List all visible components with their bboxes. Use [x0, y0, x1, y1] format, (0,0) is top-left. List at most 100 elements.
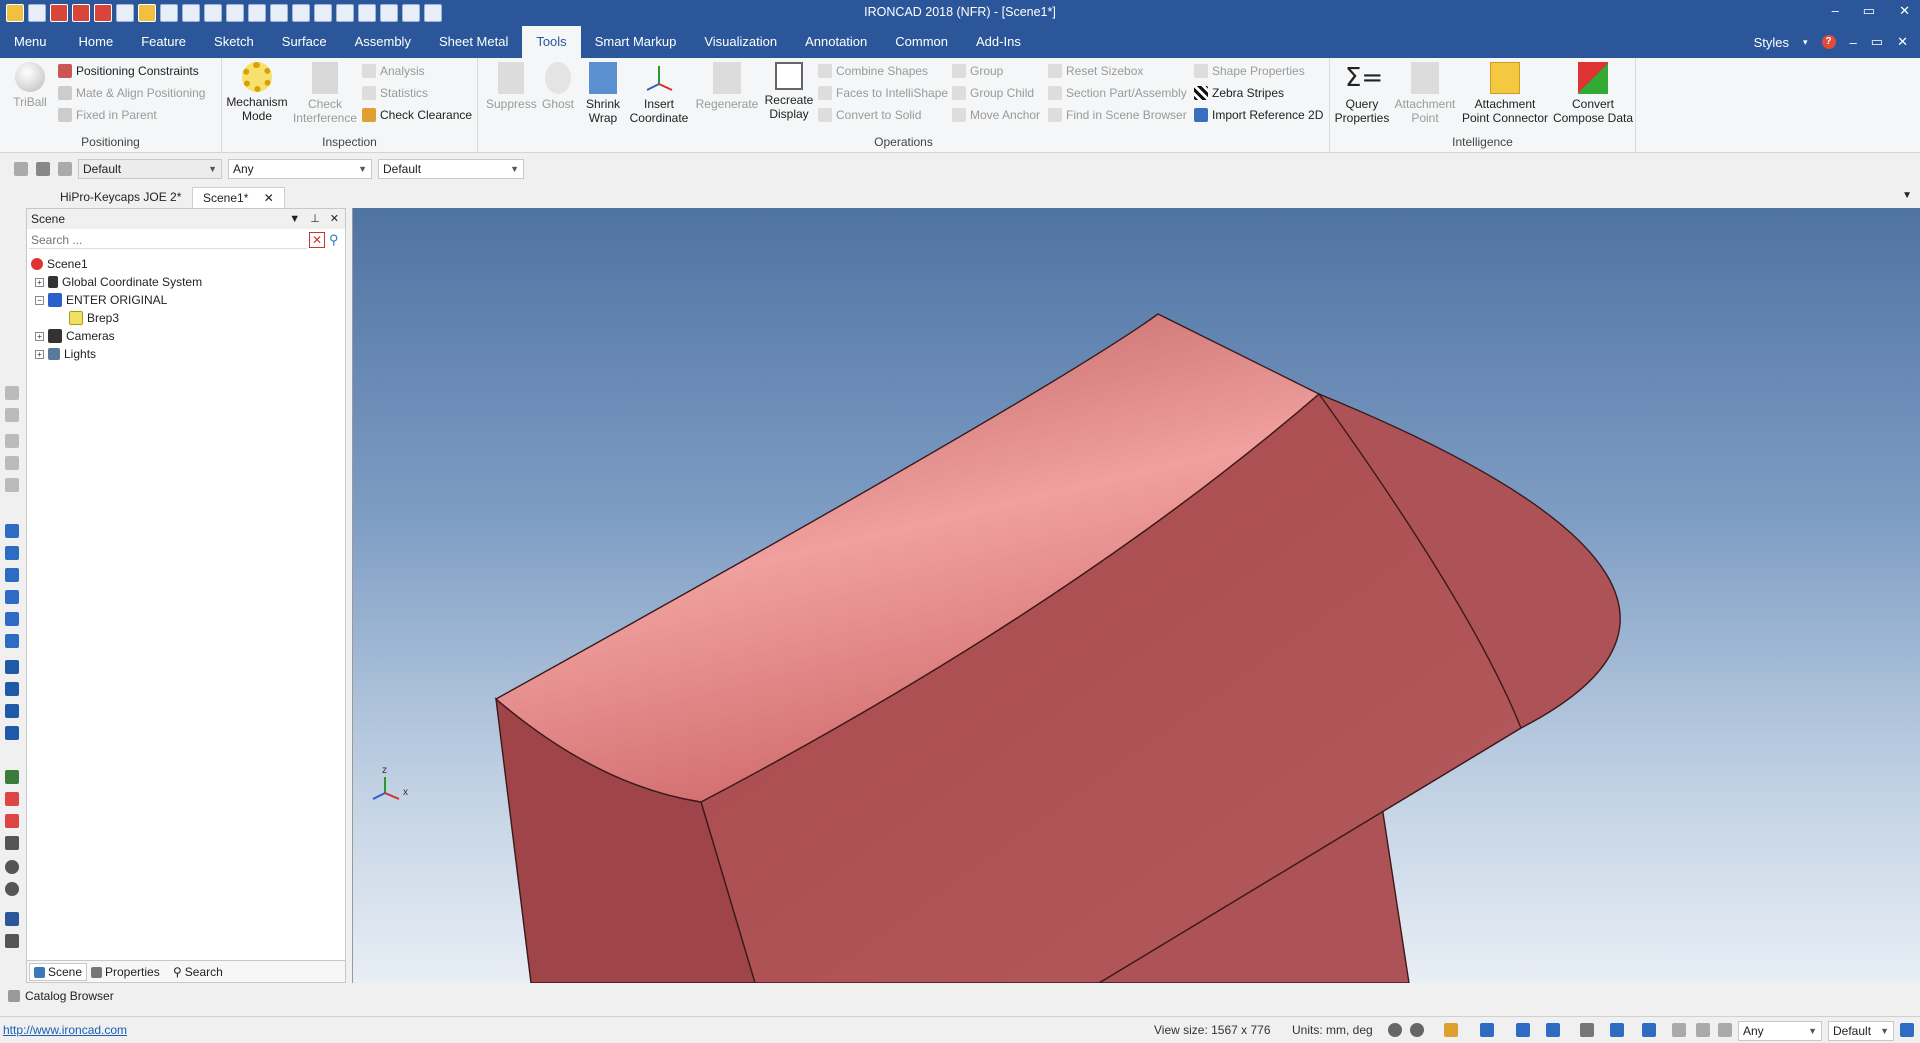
- check-clearance-button[interactable]: Check Clearance: [362, 106, 472, 124]
- ruler-icon[interactable]: [5, 934, 19, 948]
- shading-icon[interactable]: [1546, 1023, 1560, 1037]
- expand-icon[interactable]: +: [35, 331, 44, 341]
- snap-icon[interactable]: [5, 770, 19, 784]
- analysis-button[interactable]: Analysis: [362, 62, 425, 80]
- orbit-icon[interactable]: [5, 882, 19, 896]
- regenerate-button[interactable]: Regenerate: [694, 62, 760, 111]
- mechanism-mode-button[interactable]: Mechanism Mode: [226, 62, 288, 123]
- doc-tab-hipro-keycaps[interactable]: HiPro-Keycaps JOE 2*: [50, 187, 191, 208]
- tree-item-global-coordinate-system[interactable]: + Global Coordinate System: [35, 273, 202, 291]
- tool-status-icon[interactable]: [1672, 1023, 1686, 1037]
- catalog-browser-label[interactable]: Catalog Browser: [25, 989, 114, 1003]
- part-model[interactable]: z x: [353, 208, 1920, 983]
- section-view-icon[interactable]: [1642, 1023, 1656, 1037]
- tab-search[interactable]: ⚲ Search: [169, 963, 227, 981]
- mate-align-button[interactable]: Mate & Align Positioning: [58, 84, 205, 102]
- select-filter-icon[interactable]: [14, 162, 28, 176]
- display-mode-icon[interactable]: [1610, 1023, 1624, 1037]
- doc-tab-scene1[interactable]: Scene1* ✕: [192, 187, 285, 208]
- expand-icon[interactable]: +: [35, 277, 44, 287]
- attachment-point-button[interactable]: Attachment Point: [1392, 62, 1458, 125]
- tab-home[interactable]: Home: [65, 26, 128, 58]
- collapse-icon[interactable]: −: [35, 295, 44, 305]
- styles-dropdown[interactable]: Styles: [1754, 35, 1789, 50]
- tree-item-cameras[interactable]: + Cameras: [35, 327, 115, 345]
- reset-sizebox-button[interactable]: Reset Sizebox: [1048, 62, 1143, 80]
- zoom-fit-icon[interactable]: [1410, 1023, 1424, 1037]
- view-front-icon[interactable]: [5, 524, 19, 538]
- tab-tools[interactable]: Tools: [522, 26, 581, 58]
- combine-shapes-button[interactable]: Combine Shapes: [818, 62, 928, 80]
- zoom-icon[interactable]: [1388, 1023, 1402, 1037]
- tab-visualization[interactable]: Visualization: [690, 26, 791, 58]
- group-child-button[interactable]: Group Child: [952, 84, 1034, 102]
- camera-mode-icon[interactable]: [1580, 1023, 1594, 1037]
- material-combo[interactable]: Default ▼: [378, 159, 524, 179]
- recreate-display-button[interactable]: Recreate Display: [764, 62, 814, 121]
- query-properties-button[interactable]: Σ= Query Properties: [1334, 62, 1390, 125]
- tab-feature[interactable]: Feature: [127, 26, 200, 58]
- tree-item-lights[interactable]: + Lights: [35, 345, 96, 363]
- convert-to-solid-button[interactable]: Convert to Solid: [818, 106, 921, 124]
- tool-icon-2[interactable]: [5, 408, 19, 422]
- render-style-icon[interactable]: [1444, 1023, 1458, 1037]
- view-bottom-icon[interactable]: [5, 634, 19, 648]
- positioning-constraints-button[interactable]: Positioning Constraints: [58, 62, 199, 80]
- tab-menu[interactable]: Menu: [0, 26, 65, 58]
- triball-button[interactable]: TriBall: [8, 62, 52, 109]
- view-iso-icon[interactable]: [5, 660, 19, 674]
- view-iso-2-icon[interactable]: [5, 682, 19, 696]
- standard-view-icon[interactable]: [1480, 1023, 1494, 1037]
- ribbon-close-button[interactable]: ✕: [1897, 34, 1908, 50]
- 3d-viewport[interactable]: z x: [352, 208, 1920, 983]
- sketch-tool-icon[interactable]: [5, 912, 19, 926]
- pin-icon[interactable]: ⊥: [310, 209, 320, 229]
- fixed-in-parent-button[interactable]: Fixed in Parent: [58, 106, 157, 124]
- import-reference-2d-button[interactable]: Import Reference 2D: [1194, 106, 1323, 124]
- tree-item-enter-original[interactable]: − ENTER ORIGINAL: [35, 291, 167, 309]
- tab-surface[interactable]: Surface: [268, 26, 341, 58]
- tab-annotation[interactable]: Annotation: [791, 26, 881, 58]
- view-back-icon[interactable]: [5, 546, 19, 560]
- restore-button[interactable]: ▭: [1863, 3, 1875, 19]
- view-iso-4-icon[interactable]: [5, 726, 19, 740]
- tab-sheet-metal[interactable]: Sheet Metal: [425, 26, 522, 58]
- clear-search-icon[interactable]: ✕: [309, 232, 325, 248]
- shrink-wrap-button[interactable]: Shrink Wrap: [582, 62, 624, 125]
- view-left-icon[interactable]: [5, 568, 19, 582]
- style-combo[interactable]: Default ▼: [78, 159, 222, 179]
- pointer-status-icon[interactable]: [1696, 1023, 1710, 1037]
- view-top-icon[interactable]: [5, 612, 19, 626]
- convert-compose-data-button[interactable]: Convert Compose Data: [1552, 62, 1634, 125]
- select-status-icon[interactable]: [1718, 1023, 1732, 1037]
- find-in-scene-browser-button[interactable]: Find in Scene Browser: [1048, 106, 1187, 124]
- close-button[interactable]: ✕: [1899, 3, 1910, 19]
- pointer-icon[interactable]: [36, 162, 50, 176]
- view-orientation-icon[interactable]: [1516, 1023, 1530, 1037]
- tab-assembly[interactable]: Assembly: [341, 26, 425, 58]
- select-mode-icon[interactable]: [58, 162, 72, 176]
- tab-sketch[interactable]: Sketch: [200, 26, 268, 58]
- expand-icon[interactable]: +: [35, 349, 44, 359]
- zebra-stripes-button[interactable]: Zebra Stripes: [1194, 84, 1284, 102]
- rotate-icon[interactable]: [5, 860, 19, 874]
- statistics-button[interactable]: Statistics: [362, 84, 428, 102]
- ironcad-website-link[interactable]: http://www.ironcad.com: [3, 1023, 127, 1037]
- tool-icon-3[interactable]: [5, 434, 19, 448]
- section-part-button[interactable]: Section Part/Assembly: [1048, 84, 1187, 102]
- ribbon-minimize-button[interactable]: –: [1850, 35, 1857, 50]
- help-icon[interactable]: ?: [1821, 35, 1836, 49]
- tree-item-brep3[interactable]: Brep3: [69, 309, 119, 327]
- faces-to-intellishape-button[interactable]: Faces to IntelliShape: [818, 84, 948, 102]
- insert-coordinate-button[interactable]: Insert Coordinate: [628, 62, 690, 125]
- ribbon-restore-button[interactable]: ▭: [1871, 34, 1883, 50]
- minimize-button[interactable]: –: [1832, 3, 1839, 19]
- render-mode-icon[interactable]: [5, 792, 19, 806]
- close-icon[interactable]: ✕: [264, 191, 274, 205]
- tab-smart-markup[interactable]: Smart Markup: [581, 26, 691, 58]
- tab-common[interactable]: Common: [881, 26, 962, 58]
- suppress-button[interactable]: Suppress: [486, 62, 537, 111]
- filter-combo[interactable]: Any ▼: [228, 159, 372, 179]
- close-icon[interactable]: ✕: [330, 209, 339, 229]
- view-right-icon[interactable]: [5, 590, 19, 604]
